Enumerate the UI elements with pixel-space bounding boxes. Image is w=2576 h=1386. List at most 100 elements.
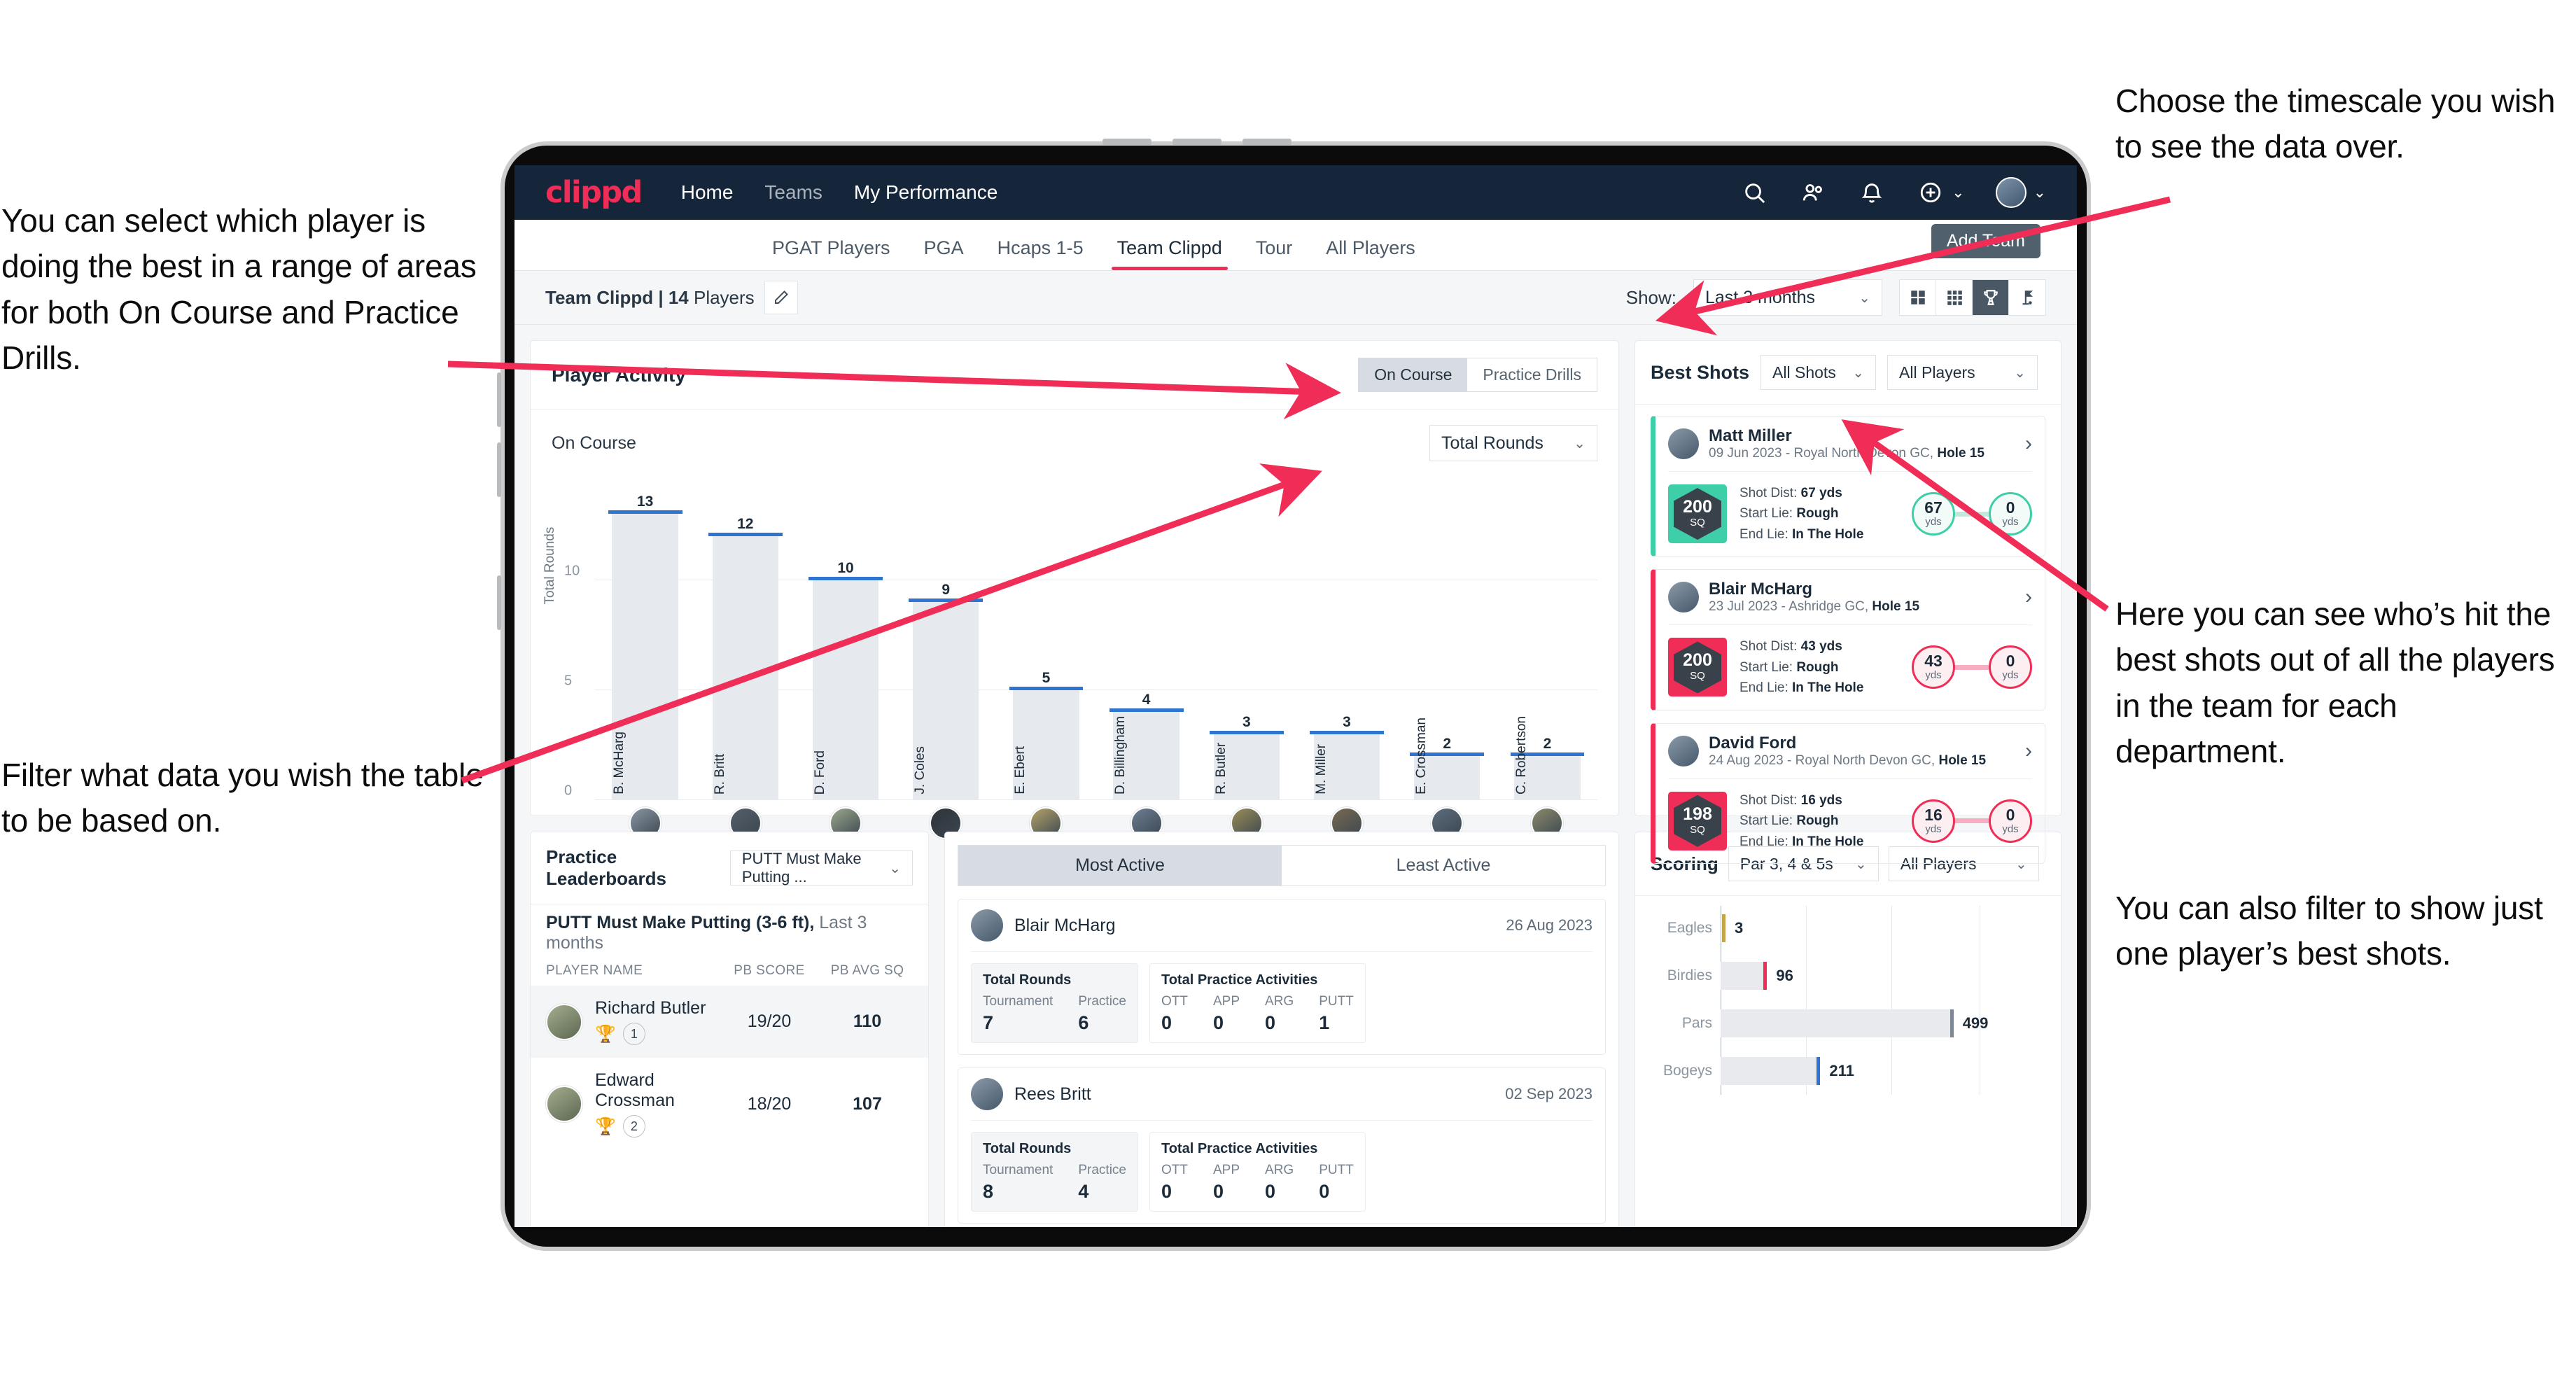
rounds-key: Practice [1078, 994, 1126, 1009]
bar[interactable]: E. Crossman [1410, 718, 1484, 800]
clippd-logo[interactable]: clippd [545, 175, 643, 210]
practice-activities-panel: Total Practice Activities OTT 0 APP 0 ARG 0 PUT… [1149, 963, 1366, 1043]
end-lie-row: End Lie: In The Hole [1740, 678, 1863, 698]
avatar[interactable] [1995, 177, 2026, 208]
tab-all-players[interactable]: All Players [1309, 237, 1432, 270]
avatar [1668, 735, 1699, 766]
best-shot-card[interactable]: David Ford 24 Aug 2023 - Royal North Devo… [1651, 722, 2045, 864]
scoring-row: Bogeys 211 [1651, 1057, 2045, 1085]
bar[interactable]: D. Billingham [1109, 708, 1183, 800]
tab-pga[interactable]: PGA [907, 237, 981, 270]
scoring-bar[interactable] [1721, 1009, 1954, 1037]
start-lie-row: Start Lie: Rough [1740, 811, 1863, 831]
tab-pgat-players[interactable]: PGAT Players [755, 237, 907, 270]
tab-most-active[interactable]: Most Active [958, 846, 1282, 886]
shot-card-header: David Ford 24 Aug 2023 - Royal North Devo… [1656, 724, 2045, 778]
end-node-value: 0 [2005, 805, 2015, 824]
table-row[interactable]: Edward Crossman 🏆 2 18/20 107 [531, 1058, 928, 1150]
practice-values: OTT 0 APP 0 ARG 0 PUTT 0 [1161, 1163, 1354, 1203]
avatar [971, 909, 1003, 941]
bar-value: 2 [1443, 736, 1452, 752]
start-node-unit: yds [1925, 516, 1942, 528]
end-node-unit: yds [2002, 822, 2019, 835]
avatar [971, 1078, 1003, 1110]
bar[interactable]: B. McHarg [608, 510, 682, 800]
scoring-bar[interactable] [1721, 962, 1768, 990]
activity-card-item[interactable]: Rees Britt 02 Sep 2023 Total Rounds Tournam… [958, 1068, 1606, 1224]
best-shot-card[interactable]: Blair McHarg 23 Jul 2023 - Ashridge GC, H… [1651, 569, 2045, 710]
player-cell: Richard Butler 🏆 1 [546, 998, 717, 1045]
people-icon[interactable] [1799, 178, 1827, 206]
player-activity-card: Player Activity On Course Practice Drill… [530, 340, 1619, 863]
bar[interactable]: R. Butler [1209, 730, 1284, 800]
table-row[interactable]: Richard Butler 🏆 1 19/20 110 [531, 986, 928, 1058]
practice-value: 0 [1161, 1012, 1172, 1033]
practice-leaderboards-header: Practice Leaderboards PUTT Must Make Put… [531, 832, 928, 904]
avatar [1668, 582, 1699, 613]
nav-link-home[interactable]: Home [681, 181, 734, 204]
trophy-icon[interactable] [1973, 280, 2009, 315]
create-menu[interactable]: ⌄ [1917, 178, 1965, 206]
segment-practice-drills[interactable]: Practice Drills [1467, 358, 1597, 391]
badge-value: 200 [1683, 496, 1712, 517]
shot-dist-label: Shot Dist: [1740, 792, 1801, 808]
metric-select[interactable]: Total Rounds ⌄ [1429, 425, 1597, 461]
edit-team-button[interactable] [764, 281, 798, 314]
toolbar-right: Show: Last 3 months ⌄ [1626, 279, 2046, 316]
chevron-right-icon[interactable]: › [2025, 739, 2032, 763]
rank-badge: 1 [622, 1023, 645, 1045]
nav-link-my-performance[interactable]: My Performance [854, 181, 997, 204]
device-button [1102, 139, 1152, 145]
bar-category-label: C. Robertson [1514, 716, 1530, 794]
grid-large-icon[interactable] [1900, 280, 1936, 315]
chevron-down-icon: ⌄ [889, 860, 901, 876]
rounds-key: Practice [1078, 1163, 1126, 1177]
practice-value: 0 [1265, 1181, 1276, 1202]
bar[interactable]: D. Ford [808, 576, 883, 800]
scoring-bar[interactable] [1721, 1057, 1821, 1085]
chevron-right-icon[interactable]: › [2025, 585, 2032, 609]
best-shot-card[interactable]: Matt Miller 09 Jun 2023 - Royal North Dev… [1651, 416, 2045, 557]
bell-icon[interactable] [1858, 178, 1886, 206]
column-pb-avg-sq: PB AVG SQ [830, 963, 904, 978]
tab-hcaps-1-5[interactable]: Hcaps 1-5 [981, 237, 1100, 270]
rank-badges: 🏆 1 [595, 1023, 706, 1045]
rounds-value: 4 [1078, 1181, 1089, 1202]
start-lie-value: Rough [1796, 506, 1839, 522]
tab-least-active[interactable]: Least Active [1282, 846, 1605, 886]
bar-category-label: D. Ford [812, 750, 827, 794]
chevron-right-icon[interactable]: › [2025, 432, 2032, 456]
activity-tabs: Most Active Least Active [958, 845, 1606, 886]
account-menu[interactable]: ⌄ [1995, 177, 2046, 208]
scoring-bar[interactable] [1721, 914, 1726, 942]
practice-value: 0 [1265, 1012, 1276, 1033]
plus-circle-icon[interactable] [1917, 178, 1945, 206]
bar[interactable]: C. Robertson [1510, 716, 1584, 800]
bar-value: 5 [1042, 669, 1051, 686]
tab-tour[interactable]: Tour [1239, 237, 1310, 270]
total-rounds-title: Total Rounds [983, 972, 1072, 988]
grid-small-icon[interactable] [1936, 280, 1973, 315]
shot-distance-row: Shot Dist: 43 yds [1740, 636, 1863, 657]
activity-card-list: Blair McHarg 26 Aug 2023 Total Rounds Tourn… [945, 899, 1618, 1224]
trophy-icon: 🏆 [595, 1116, 616, 1136]
end-node-unit: yds [2002, 516, 2019, 528]
bar[interactable]: R. Britt [708, 532, 783, 800]
start-lie-label: Start Lie: [1740, 506, 1797, 522]
tab-team-clippd[interactable]: Team Clippd [1100, 237, 1239, 270]
bar[interactable]: J. Coles [909, 598, 983, 800]
drill-select[interactable]: PUTT Must Make Putting ... ⌄ [729, 850, 913, 886]
search-icon[interactable] [1740, 178, 1768, 206]
bar[interactable]: E. Ebert [1009, 686, 1083, 800]
flag-icon[interactable] [2009, 280, 2045, 315]
timescale-select[interactable]: Last 3 months ⌄ [1693, 279, 1882, 316]
scoring-category: Bogeys [1662, 1063, 1712, 1079]
players-filter-select[interactable]: All Players ⌄ [1887, 355, 2038, 390]
players-filter-value: All Players [1899, 363, 1975, 382]
bar[interactable]: M. Miller [1310, 730, 1384, 800]
shots-filter-select[interactable]: All Shots ⌄ [1760, 355, 1877, 390]
player-activity-title: Player Activity [552, 363, 686, 386]
nav-link-teams[interactable]: Teams [764, 181, 822, 204]
segment-on-course[interactable]: On Course [1359, 358, 1468, 391]
activity-card-item[interactable]: Blair McHarg 26 Aug 2023 Total Rounds Tourn… [958, 899, 1606, 1055]
